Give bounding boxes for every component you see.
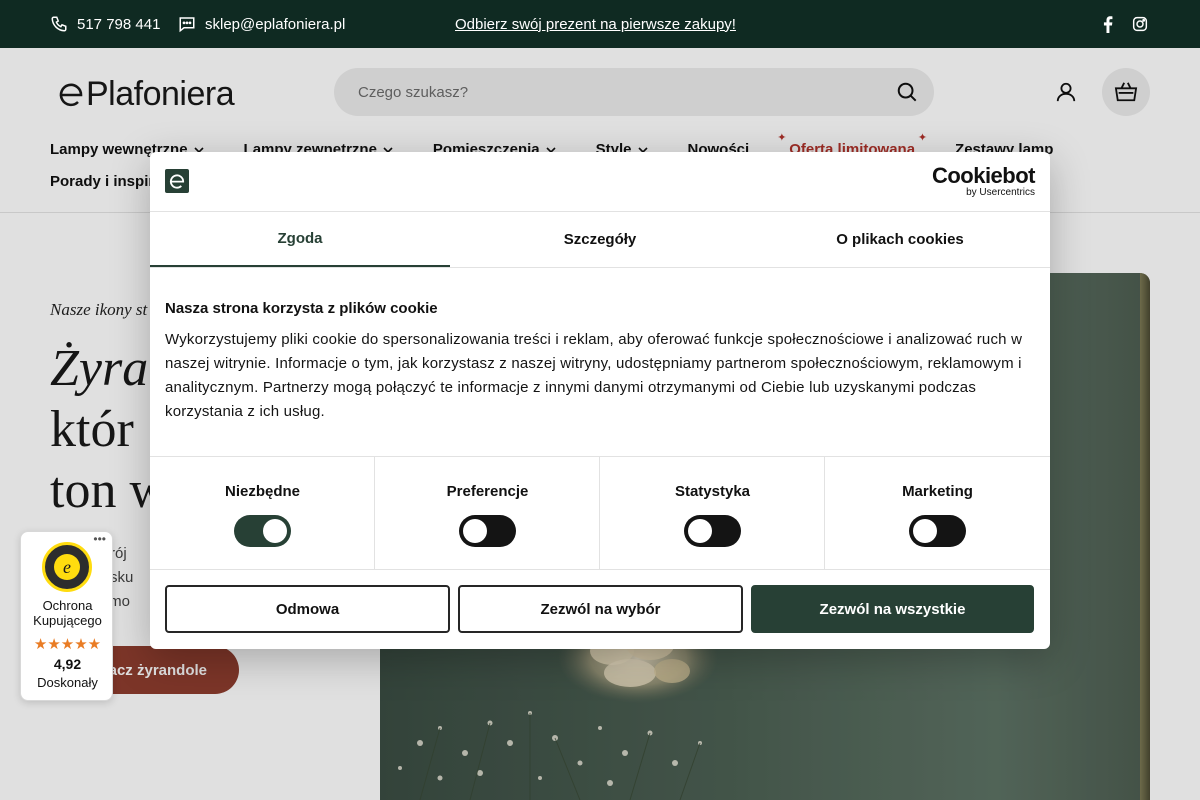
trusted-shops-badge[interactable]: ••• e Ochrona Kupującego ★★★★★ 4,92 Dosk… (20, 531, 113, 701)
message-icon (179, 17, 195, 33)
svg-text:e: e (63, 557, 71, 577)
toggle-preferences: Preferencje (375, 457, 600, 570)
rating-value: 4,92 (53, 656, 82, 672)
dialog-header: Cookiebot by Usercentrics (150, 152, 1050, 212)
preferences-switch[interactable] (459, 515, 516, 547)
dialog-text: Wykorzystujemy pliki cookie do spersonal… (165, 331, 1023, 420)
phone-number: 517 798 441 (77, 15, 161, 33)
rating-verdict: Doskonały (37, 675, 98, 690)
necessary-switch[interactable] (234, 515, 291, 547)
deny-button[interactable]: Odmowa (165, 585, 450, 633)
consent-toggles: Niezbędne Preferencje Statystyka Marketi… (150, 456, 1050, 570)
top-bar: 517 798 441 sklep@eplafoniera.pl Odbierz… (0, 0, 1200, 48)
statistics-switch[interactable] (684, 515, 741, 547)
tab-details[interactable]: Szczegóły (450, 212, 750, 267)
phone-icon (51, 16, 67, 32)
rating-stars: ★★★★★ (33, 636, 102, 653)
marketing-switch[interactable] (909, 515, 966, 547)
toggle-marketing: Marketing (825, 457, 1050, 570)
allow-selection-button[interactable]: Zezwól na wybór (458, 585, 743, 633)
dialog-body: Nasza strona korzysta z plików cookie Wy… (165, 300, 1035, 424)
allow-all-button[interactable]: Zezwól na wszystkie (751, 585, 1034, 633)
email-address: sklep@eplafoniera.pl (205, 15, 346, 33)
toggle-necessary: Niezbędne (150, 457, 375, 570)
email-link[interactable]: sklep@eplafoniera.pl (178, 0, 345, 48)
site-logo-icon (165, 169, 189, 193)
cookie-consent-dialog: Cookiebot by Usercentrics Zgoda Szczegół… (150, 152, 1050, 649)
facebook-icon[interactable] (1099, 14, 1117, 34)
phone-link[interactable]: 517 798 441 (50, 0, 160, 48)
dialog-tabs: Zgoda Szczegóły O plikach cookies (150, 212, 1050, 268)
cookiebot-logo: Cookiebot by Usercentrics (931, 163, 1036, 199)
trusted-shops-seal-icon: e (42, 542, 92, 592)
tab-about-cookies[interactable]: O plikach cookies (750, 212, 1050, 267)
promo-link[interactable]: Odbierz swój prezent na pierwsze zakupy! (455, 0, 736, 48)
instagram-icon[interactable] (1131, 14, 1149, 34)
tab-consent[interactable]: Zgoda (150, 212, 450, 267)
more-options-icon[interactable]: ••• (93, 532, 106, 546)
toggle-statistics: Statystyka (600, 457, 825, 570)
dialog-heading: Nasza strona korzysta z plików cookie (165, 300, 438, 317)
